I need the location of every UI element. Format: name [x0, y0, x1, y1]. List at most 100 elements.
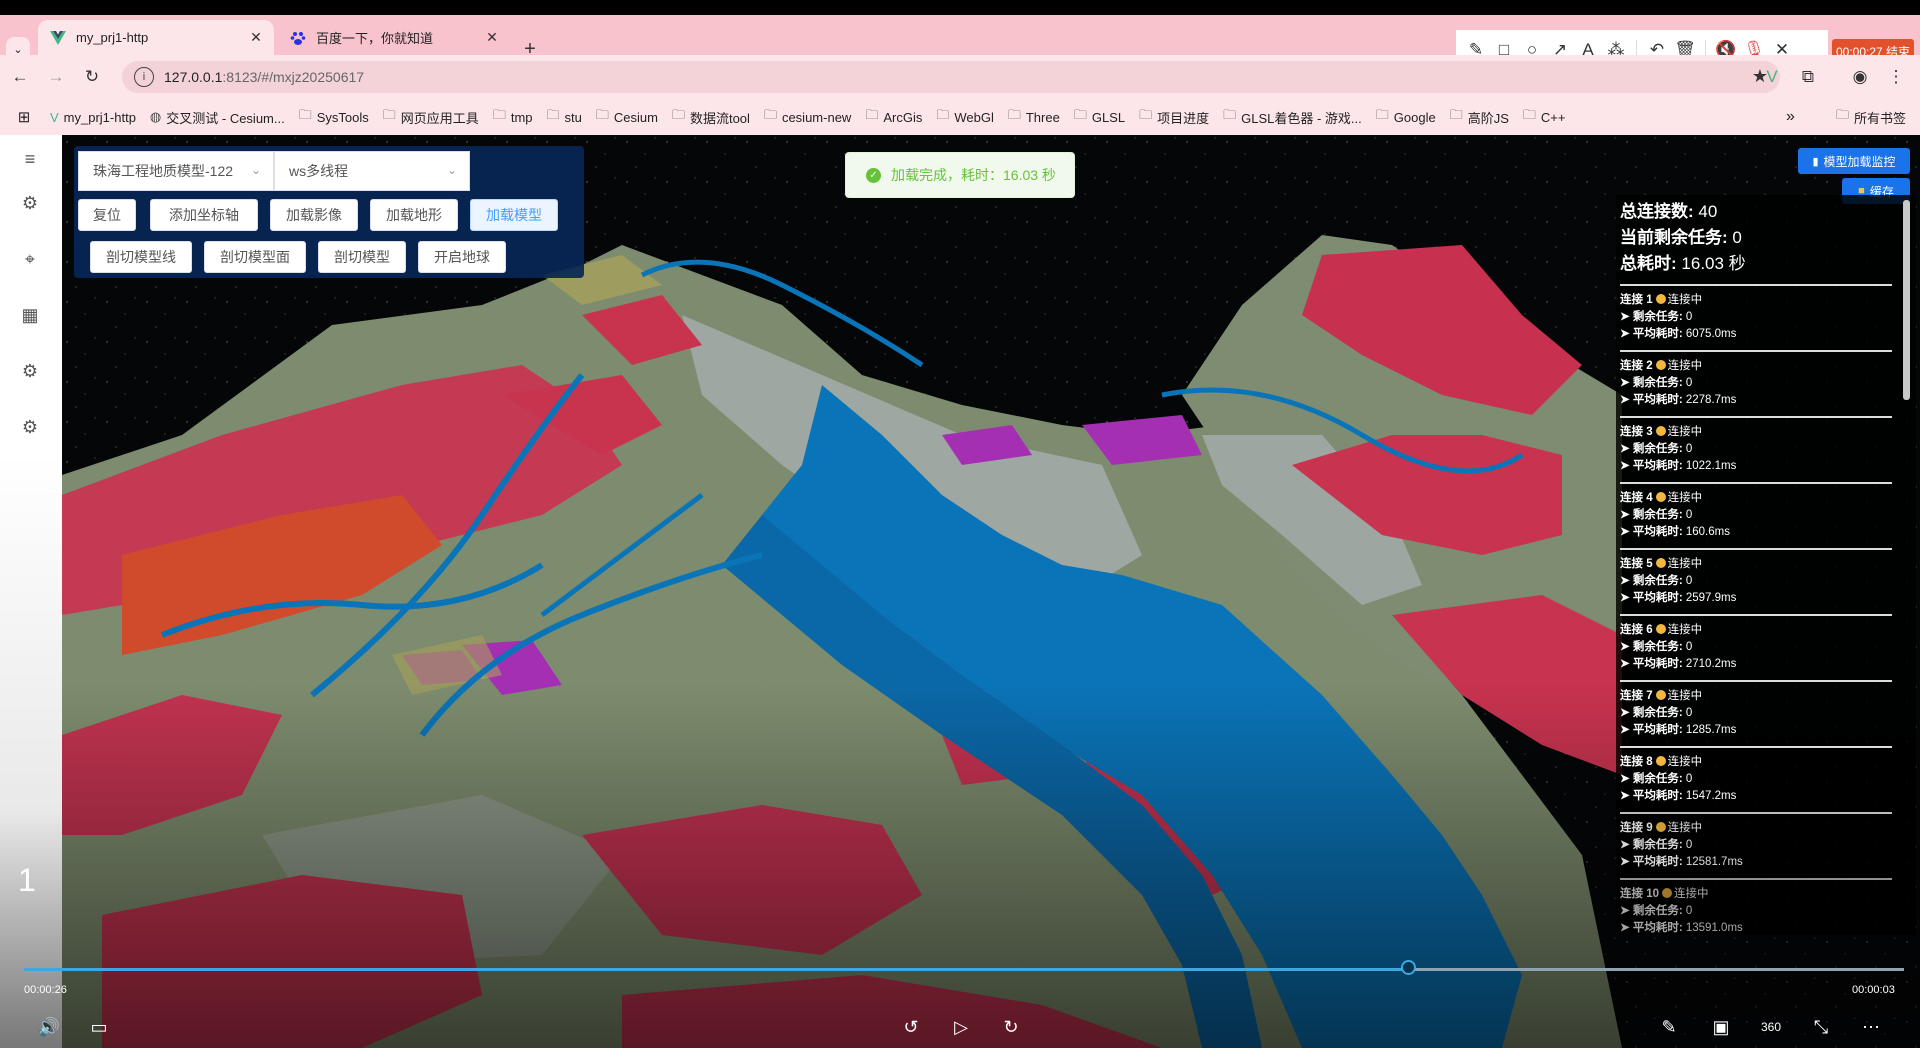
bookmarks-overflow-icon[interactable]: »	[1786, 108, 1795, 126]
bookmark-item[interactable]: 🗀 ArcGis	[865, 106, 922, 128]
bookmark-label: cesium-new	[781, 109, 852, 125]
volume-icon[interactable]: 🔊	[34, 1014, 64, 1040]
connection-item: 连接 10 连接中 ➤ 剩余任务: 0 ➤ 平均耗时: 13591.0ms	[1620, 878, 1892, 937]
bookmark-item[interactable]: 🗀 tmp	[493, 106, 533, 128]
gear-icon[interactable]: ⚙	[16, 413, 44, 441]
total-value: 40	[1698, 202, 1718, 221]
profile-icon[interactable]: ◉	[1848, 65, 1872, 89]
status-dot-icon	[1655, 426, 1666, 436]
forward-30-icon[interactable]: ↻	[996, 1014, 1026, 1040]
remaining-task-value: 0	[1685, 311, 1693, 323]
menu-dots-icon[interactable]: ⋮	[1884, 65, 1908, 89]
check-circle-icon: ✓	[866, 167, 881, 183]
bookmark-item[interactable]: 🗀 GLSL着色器 - 游戏...	[1223, 106, 1362, 128]
tab-baidu[interactable]: 百度一下，你就知道 ✕	[278, 20, 510, 55]
picture-in-picture-icon[interactable]: ▣	[1706, 1014, 1736, 1040]
bookmark-item[interactable]: 🗀 项目进度	[1139, 106, 1209, 128]
remaining-value: 0	[1732, 228, 1742, 247]
bookmark-item[interactable]: 🗀 数据流tool	[672, 106, 750, 128]
add-axis-button[interactable]: 添加坐标轴	[150, 199, 258, 231]
bookmark-item[interactable]: 🗀 C++	[1523, 106, 1566, 128]
video-progress-bar[interactable]	[24, 960, 1904, 975]
site-info-icon[interactable]: i	[134, 67, 154, 87]
remaining-label: 当前剩余任务:	[1620, 228, 1728, 247]
bookmark-item[interactable]: 🗀 Three	[1008, 106, 1060, 128]
connection-name: 连接 6	[1620, 624, 1653, 636]
folder-icon: 🗀	[671, 107, 685, 122]
status-dot-icon	[1655, 558, 1666, 568]
bookmark-item[interactable]: 🗀 WebGl	[936, 106, 994, 128]
close-icon[interactable]: ✕	[482, 28, 502, 48]
load-imagery-button[interactable]: 加载影像	[270, 199, 358, 231]
bookmark-item[interactable]: 🗀 GLSL	[1074, 106, 1125, 128]
connection-item: 连接 3 连接中 ➤ 剩余任务: 0 ➤ 平均耗时: 1022.1ms	[1620, 416, 1892, 475]
clip-model-button[interactable]: 剖切模型	[318, 241, 406, 273]
load-terrain-button[interactable]: 加载地形	[370, 199, 458, 231]
stats-scrollbar[interactable]	[1903, 200, 1910, 400]
bookmark-item[interactable]: 🗀 cesium-new	[764, 106, 851, 128]
back-arrow-icon[interactable]: ←	[8, 65, 32, 89]
bookmark-label: Three	[1025, 109, 1060, 125]
grid-icon[interactable]: ▦	[16, 301, 44, 329]
bookmark-item[interactable]: Vmy_prj1-http	[50, 110, 136, 125]
exit-fullscreen-icon[interactable]: ⤡	[1806, 1014, 1836, 1040]
folder-icon: 🗀	[546, 107, 560, 122]
model-select[interactable]: 珠海工程地质模型-122 ⌄	[78, 151, 274, 191]
elapsed-time: 00:00:26	[24, 984, 67, 996]
play-icon[interactable]: ▷	[946, 1014, 976, 1040]
reload-icon[interactable]: ↻	[80, 65, 104, 89]
remaining-task-label: ➤ 剩余任务:	[1620, 575, 1683, 587]
url-field[interactable]: i 127.0.0.1:8123/#/mxjz20250617 ★	[122, 61, 1780, 93]
bookmark-item[interactable]: 🗀 Cesium	[596, 106, 658, 128]
more-options-icon[interactable]: ⋯	[1856, 1014, 1886, 1040]
bookmark-label: Google	[1393, 109, 1436, 125]
tab-title: 百度一下，你就知道	[316, 31, 434, 46]
reset-button[interactable]: 复位	[78, 199, 136, 231]
enable-globe-button[interactable]: 开启地球	[418, 241, 506, 273]
total-label: 总连接数:	[1620, 202, 1694, 221]
bookmark-item[interactable]: 🗀 stu	[547, 106, 582, 128]
bookmark-item[interactable]: 🗀 网页应用工具	[383, 106, 479, 128]
load-model-button[interactable]: 加载模型	[470, 199, 558, 231]
mode-select[interactable]: ws多线程 ⌄	[274, 151, 470, 191]
bookmark-item[interactable]: 🗀 高阶JS	[1450, 106, 1509, 128]
apps-grid-icon[interactable]: ⊞	[12, 105, 36, 129]
vue-devtools-icon[interactable]: V	[1760, 65, 1784, 89]
subtitles-icon[interactable]: ▭	[84, 1014, 114, 1040]
gear-icon[interactable]: ⚙	[16, 357, 44, 385]
forward-arrow-icon[interactable]: →	[44, 65, 68, 89]
bookmark-item[interactable]: 🗀 SysTools	[299, 106, 369, 128]
rewind-10-icon[interactable]: ↺	[896, 1014, 926, 1040]
close-icon[interactable]: ✕	[246, 28, 266, 48]
clip-model-line-button[interactable]: 剖切模型线	[90, 241, 192, 273]
remaining-task-value: 0	[1685, 905, 1693, 917]
bookmark-label: WebGl	[954, 109, 994, 125]
gear-icon[interactable]: ⚙	[16, 189, 44, 217]
status-dot-icon	[1655, 294, 1666, 304]
avg-time-label: ➤ 平均耗时:	[1620, 592, 1683, 604]
view-360-icon[interactable]: 360	[1756, 1014, 1786, 1040]
bookmark-item[interactable]: 🗀 Google	[1376, 106, 1436, 128]
connection-item: 连接 2 连接中 ➤ 剩余任务: 0 ➤ 平均耗时: 2278.7ms	[1620, 350, 1892, 409]
avg-time-value: 2278.7ms	[1685, 394, 1737, 406]
hamburger-menu-icon[interactable]: ≡	[16, 145, 44, 173]
all-bookmarks-folder[interactable]: 🗀 所有书签	[1836, 106, 1906, 128]
connection-status: 连接中	[1674, 888, 1709, 900]
model-load-monitor-button[interactable]: ▮ 模型加载监控	[1798, 148, 1910, 174]
connection-status: 连接中	[1667, 294, 1703, 306]
progress-knob[interactable]	[1401, 960, 1416, 975]
avg-time-label: ➤ 平均耗时:	[1620, 394, 1683, 406]
clip-model-plane-button[interactable]: 剖切模型面	[204, 241, 306, 273]
tab-my-prj1[interactable]: my_prj1-http ✕	[38, 20, 274, 55]
remaining-task-label: ➤ 剩余任务:	[1620, 443, 1683, 455]
pencil-icon[interactable]: ✎	[1654, 1014, 1684, 1040]
bookmark-item[interactable]: ◍ 交叉测试 - Cesium...	[150, 108, 285, 127]
remaining-tasks: 当前剩余任务: 0	[1620, 225, 1916, 251]
connection-item: 连接 8 连接中 ➤ 剩余任务: 0 ➤ 平均耗时: 1547.2ms	[1620, 746, 1892, 805]
status-dot-icon	[1655, 624, 1666, 634]
extensions-icon[interactable]: ⧉	[1796, 65, 1820, 89]
location-pin-icon[interactable]: ⌖	[16, 245, 44, 273]
folder-icon: 🗀	[1007, 107, 1021, 122]
remaining-task-value: 0	[1685, 443, 1693, 455]
remaining-task-value: 0	[1685, 575, 1693, 587]
